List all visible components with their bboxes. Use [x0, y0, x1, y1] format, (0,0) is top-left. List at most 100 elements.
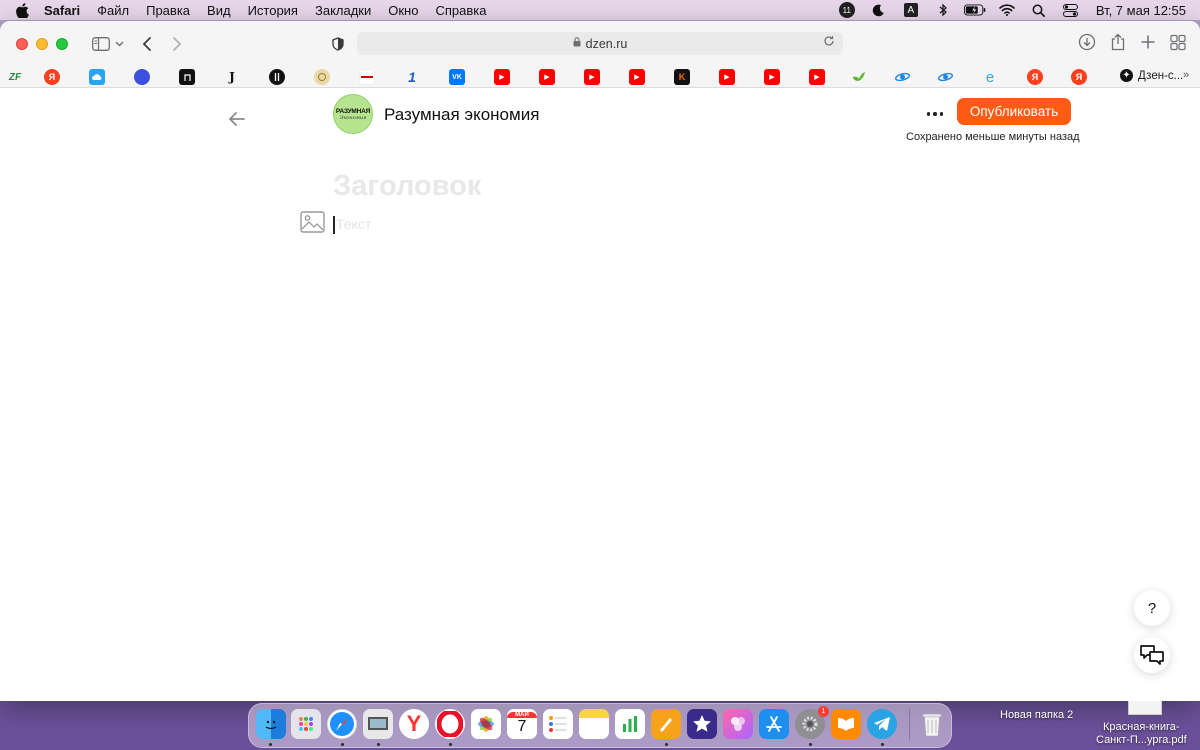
favorite-vk-icon[interactable]: VK — [449, 69, 465, 85]
creative-app-icon[interactable] — [723, 709, 753, 739]
app-store-icon[interactable] — [759, 709, 789, 739]
favorite-youtube-icon[interactable]: ▶ — [629, 69, 645, 85]
menu-edit[interactable]: Правка — [146, 3, 190, 18]
menu-help[interactable]: Справка — [435, 3, 486, 18]
moon-icon[interactable] — [868, 2, 890, 18]
running-indicator — [449, 743, 452, 746]
desktop-folder-label[interactable]: Новая папка 2 — [1000, 709, 1073, 721]
wifi-icon[interactable] — [996, 2, 1018, 18]
menu-window[interactable]: Окно — [388, 3, 418, 18]
battery-icon[interactable] — [963, 2, 986, 18]
share-icon[interactable] — [1110, 33, 1126, 56]
bluetooth-icon[interactable] — [932, 2, 954, 18]
imovie-icon[interactable] — [687, 709, 717, 739]
close-window-button[interactable] — [16, 37, 28, 50]
favorite-yandex-icon[interactable]: Я — [44, 69, 60, 85]
favorite-youtube-icon[interactable]: ▶ — [719, 69, 735, 85]
pdf-file-icon[interactable] — [1128, 701, 1162, 715]
favorite-journal-icon[interactable]: J — [224, 69, 240, 85]
preview-icon[interactable] — [363, 709, 393, 739]
menu-bookmarks[interactable]: Закладки — [315, 3, 371, 18]
favorite-youtube-icon[interactable]: ▶ — [539, 69, 555, 85]
photos-icon[interactable] — [471, 709, 501, 739]
favorite-youtube-icon[interactable]: ▶ — [809, 69, 825, 85]
numbers-icon[interactable] — [615, 709, 645, 739]
input-source-icon[interactable]: A — [900, 2, 922, 18]
address-bar[interactable]: dzen.ru — [357, 32, 843, 55]
calendar-day: 7 — [517, 718, 527, 735]
desktop-file-label-line1[interactable]: Красная-книга- — [1103, 721, 1180, 733]
control-center-icon[interactable] — [1060, 2, 1082, 18]
channel-name[interactable]: Разумная экономия — [384, 105, 539, 125]
window-controls — [16, 37, 68, 50]
favorite-emblem-icon[interactable] — [314, 69, 330, 85]
favorite-zf-icon[interactable]: ZF — [7, 69, 23, 85]
favorite-dzen-studio[interactable]: ✦ Дзен-с... — [1120, 69, 1183, 82]
help-button[interactable]: ? — [1134, 590, 1170, 626]
safari-icon[interactable] — [327, 709, 357, 739]
back-button[interactable] — [136, 33, 158, 55]
chat-bubbles-icon — [1140, 645, 1164, 665]
desktop-file-label-line2[interactable]: Санкт-П...урга.pdf — [1096, 734, 1187, 746]
books-icon[interactable] — [831, 709, 861, 739]
sidebar-toggle-icon[interactable] — [90, 33, 112, 55]
favorite-youtube-icon[interactable]: ▶ — [494, 69, 510, 85]
favorite-ie-icon[interactable] — [894, 69, 910, 85]
favorite-youtube-icon[interactable]: ▶ — [584, 69, 600, 85]
trash-icon[interactable] — [917, 709, 947, 739]
insert-image-icon[interactable] — [300, 211, 325, 233]
favorite-canon-icon[interactable] — [359, 69, 375, 85]
favorite-channel-one-icon[interactable]: 1 — [404, 69, 420, 85]
tab-overview-icon[interactable] — [1170, 33, 1186, 56]
calendar-icon[interactable]: МАЙ 7 — [507, 709, 537, 739]
telegram-icon[interactable] — [867, 709, 897, 739]
favorite-youtube-icon[interactable]: ▶ — [764, 69, 780, 85]
minimize-window-button[interactable] — [36, 37, 48, 50]
notification-count-icon[interactable]: 11 — [836, 2, 858, 18]
support-chat-button[interactable] — [1134, 637, 1170, 673]
publish-button[interactable]: Опубликовать — [957, 98, 1071, 125]
zoom-window-button[interactable] — [56, 37, 68, 50]
favorite-dark-square-icon[interactable] — [179, 69, 195, 85]
menubar-clock[interactable]: Вт, 7 мая 12:55 — [1096, 3, 1186, 18]
menu-history[interactable]: История — [248, 3, 298, 18]
privacy-shield-icon[interactable] — [327, 33, 349, 55]
launchpad-icon[interactable] — [291, 709, 321, 739]
dzen-editor-page: РАЗУМНАЯ Экономия Разумная экономия Опуб… — [0, 88, 1200, 701]
favorite-round-logo-icon[interactable] — [269, 69, 285, 85]
menu-view[interactable]: Вид — [207, 3, 231, 18]
finder-icon[interactable] — [256, 709, 286, 739]
yandex-browser-icon[interactable]: Y — [399, 709, 429, 739]
menu-file[interactable]: Файл — [97, 3, 129, 18]
menu-app-name[interactable]: Safari — [44, 3, 80, 18]
more-options-icon[interactable] — [922, 106, 948, 122]
chevron-down-icon[interactable] — [112, 33, 126, 55]
reload-icon[interactable] — [823, 35, 835, 50]
new-tab-icon[interactable] — [1140, 33, 1156, 56]
forward-button[interactable] — [166, 33, 188, 55]
opera-icon[interactable] — [435, 709, 465, 739]
favorite-ie-icon[interactable] — [937, 69, 953, 85]
favorite-bird-icon[interactable] — [851, 69, 867, 85]
reminders-icon[interactable] — [543, 709, 573, 739]
favorite-blue-circle-icon[interactable] — [134, 69, 150, 85]
favorite-yandex-icon[interactable]: Я — [1027, 69, 1043, 85]
article-title-input[interactable]: Заголовок — [333, 170, 481, 203]
channel-avatar-text: РАЗУМНАЯ — [335, 107, 371, 115]
favorite-edge-icon[interactable]: e — [982, 69, 998, 86]
back-arrow-icon[interactable] — [226, 108, 248, 130]
article-body-input[interactable]: Текст — [336, 216, 371, 232]
favorites-overflow-icon[interactable]: » — [1183, 69, 1189, 81]
notes-icon[interactable] — [579, 709, 609, 739]
toolbar-right-actions — [1078, 33, 1186, 56]
favorite-yandex-icon[interactable]: Я — [1071, 69, 1087, 85]
apple-menu-icon[interactable] — [14, 2, 30, 18]
running-indicator — [341, 743, 344, 746]
pages-icon[interactable] — [651, 709, 681, 739]
favorite-k-icon[interactable]: K — [674, 69, 690, 85]
downloads-icon[interactable] — [1078, 33, 1096, 56]
favorite-cloud-icon[interactable] — [89, 69, 105, 85]
system-settings-icon[interactable]: 1 — [795, 706, 829, 739]
spotlight-search-icon[interactable] — [1028, 2, 1050, 18]
channel-avatar[interactable]: РАЗУМНАЯ Экономия — [333, 94, 373, 134]
